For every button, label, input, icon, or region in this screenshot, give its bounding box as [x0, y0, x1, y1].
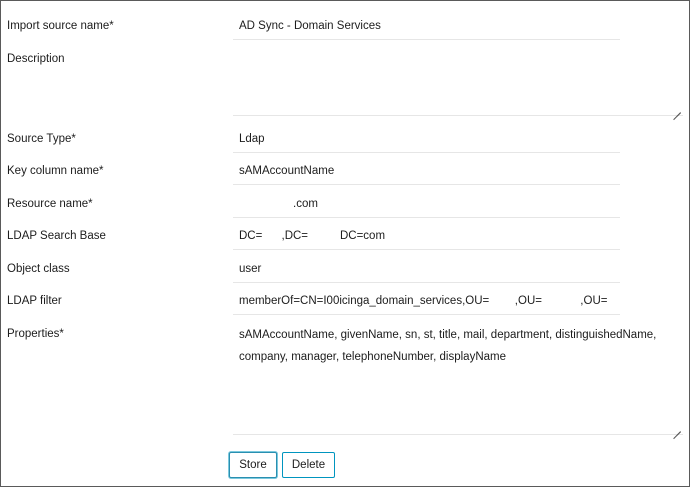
object-class-input[interactable]: user — [233, 256, 620, 283]
properties-label: Properties* — [7, 328, 64, 340]
ldap-filter-label: LDAP filter — [7, 295, 62, 307]
resize-grip-icon[interactable] — [673, 105, 681, 113]
ldap-search-base-input[interactable]: DC= ,DC= DC=com — [233, 223, 620, 250]
key-column-name-label: Key column name* — [7, 165, 104, 177]
description-textarea[interactable] — [233, 47, 683, 116]
ldap-search-base-value: DC= ,DC= DC=com — [239, 230, 386, 242]
import-source-form: Import source name* AD Sync - Domain Ser… — [0, 0, 690, 487]
source-type-label: Source Type* — [7, 133, 76, 145]
ldap-search-base-label: LDAP Search Base — [7, 230, 106, 242]
resize-grip-icon[interactable] — [673, 424, 681, 432]
properties-value: sAMAccountName, givenName, sn, st, title… — [239, 329, 657, 363]
resource-name-select[interactable]: .com — [233, 191, 620, 218]
properties-textarea[interactable]: sAMAccountName, givenName, sn, st, title… — [233, 321, 683, 435]
store-button[interactable]: Store — [229, 452, 277, 478]
ldap-filter-value: memberOf=CN=I00icinga_domain_services,OU… — [239, 295, 608, 307]
resource-name-label: Resource name* — [7, 198, 93, 210]
key-column-name-input[interactable]: sAMAccountName — [233, 158, 620, 185]
import-source-name-label: Import source name* — [7, 20, 114, 32]
resource-name-value: .com — [293, 198, 318, 210]
description-label: Description — [7, 53, 65, 65]
source-type-value: Ldap — [239, 133, 265, 145]
source-type-select[interactable]: Ldap — [233, 126, 620, 153]
object-class-label: Object class — [7, 263, 70, 275]
object-class-value: user — [239, 263, 262, 275]
ldap-filter-input[interactable]: memberOf=CN=I00icinga_domain_services,OU… — [233, 288, 620, 315]
import-source-name-value: AD Sync - Domain Services — [239, 20, 381, 32]
delete-button[interactable]: Delete — [282, 452, 335, 478]
key-column-name-value: sAMAccountName — [239, 165, 335, 177]
import-source-name-input[interactable]: AD Sync - Domain Services — [233, 13, 620, 40]
